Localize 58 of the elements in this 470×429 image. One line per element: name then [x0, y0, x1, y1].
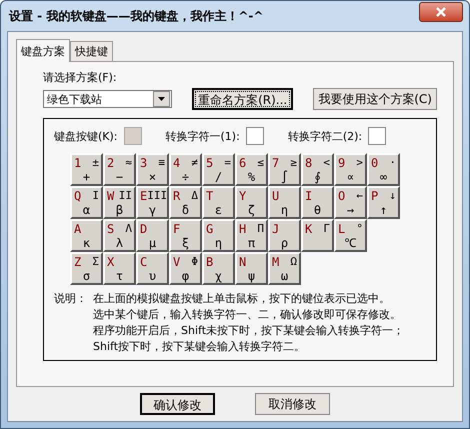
keyboard-key[interactable]: 7 ≥ ∫	[268, 153, 301, 186]
note-text: 程序功能开启后，Shift未按下时，按下某键会输入转换字符一；	[93, 323, 404, 338]
keyboard-key[interactable]: O ← →	[334, 186, 367, 219]
field-label: 键盘按键(K):	[54, 128, 118, 144]
tab[interactable]: 键盘方案	[16, 39, 70, 62]
close-button[interactable]	[419, 2, 463, 22]
keyboard-key[interactable]: X τ	[103, 252, 136, 285]
dropdown-arrow-icon	[158, 97, 166, 101]
keyboard-key[interactable]: 1 ± +	[70, 153, 103, 186]
keyboard-key[interactable]: H Π π	[235, 219, 268, 252]
keyboard-key[interactable]: L ° ℃	[334, 219, 367, 252]
keyboard-key[interactable]: B χ	[202, 252, 235, 285]
keyboard-key[interactable]: 2 ≈ −	[103, 153, 136, 186]
keyboard-key[interactable]: W ΙΙ β	[103, 186, 136, 219]
keyboard-key[interactable]: I θ	[301, 186, 334, 219]
keyboard-key[interactable]: N ψ	[235, 252, 268, 285]
keyboard-key[interactable]: V Φ φ	[169, 252, 202, 285]
keyboard-key[interactable]: 6 ≤ %	[235, 153, 268, 186]
keyboard-key[interactable]: 4 ≠ ÷	[169, 153, 202, 186]
keyboard-key[interactable]: M Ω ω	[268, 252, 301, 285]
keyboard-key[interactable]: U η	[268, 186, 301, 219]
keyboard-key[interactable]: P ↓ ↑	[367, 186, 400, 219]
scheme-dropdown[interactable]: 绿色下载站	[43, 90, 172, 108]
note-label: 说明：	[54, 291, 87, 307]
scheme-button[interactable]: 重命名方案(R)...	[192, 88, 294, 110]
keyboard-key[interactable]: R Δ δ	[169, 186, 202, 219]
window-title: 设置 - 我的软键盘——我的键盘，我作主！^-^	[8, 8, 264, 24]
scheme-button[interactable]: 我要使用这个方案(C)	[313, 88, 437, 110]
keyboard-key[interactable]: EΙΙΙ γ	[136, 186, 169, 219]
keyboard-key[interactable]: Z Σ σ	[70, 252, 103, 285]
note-text: Shift按下时，按下某键会输入转换字符二。	[93, 339, 306, 354]
keyboard-key[interactable]: G η	[202, 219, 235, 252]
close-icon	[436, 7, 446, 17]
keyboard-key[interactable]: J ρ	[268, 219, 301, 252]
field-label: 转换字符二(2):	[288, 128, 362, 144]
keyboard-key[interactable]: F ξ	[169, 219, 202, 252]
keyboard-key[interactable]: 8 < ∮	[301, 153, 334, 186]
note-text: 在上面的模拟键盘按键上单击鼠标，按下的键位表示已选中。	[93, 291, 391, 306]
keyboard-key[interactable]: 9 > ∝	[334, 153, 367, 186]
footer-button[interactable]: 取消修改	[255, 393, 330, 415]
keyboard-key[interactable]: T ε	[202, 186, 235, 219]
keyboard-key[interactable]: K Γ	[301, 219, 334, 252]
input-field[interactable]	[368, 127, 386, 145]
keyboard-key[interactable]: Q Ι α	[70, 186, 103, 219]
keyboard-key[interactable]: C υ	[136, 252, 169, 285]
keyboard-key[interactable]: S Λ λ	[103, 219, 136, 252]
keyboard-key[interactable]: Y ζ	[235, 186, 268, 219]
note-text: 选中某个键后，输入转换字符一、二，确认修改即可保存修改。	[93, 307, 402, 322]
scheme-label: 请选择方案(F):	[43, 71, 117, 84]
tab[interactable]: 快捷键	[70, 41, 113, 61]
footer-button[interactable]: 确认修改	[140, 393, 215, 415]
keyboard-key[interactable]: 0 · ∞	[367, 153, 400, 186]
keyboard-key[interactable]: 5 = ∕	[202, 153, 235, 186]
keyboard-key[interactable]: 3 ≡ ×	[136, 153, 169, 186]
keyboard-key[interactable]: D μ	[136, 219, 169, 252]
field-label: 转换字符一(1):	[166, 128, 240, 144]
keyboard-key[interactable]: A κ	[70, 219, 103, 252]
input-field[interactable]	[246, 127, 264, 145]
